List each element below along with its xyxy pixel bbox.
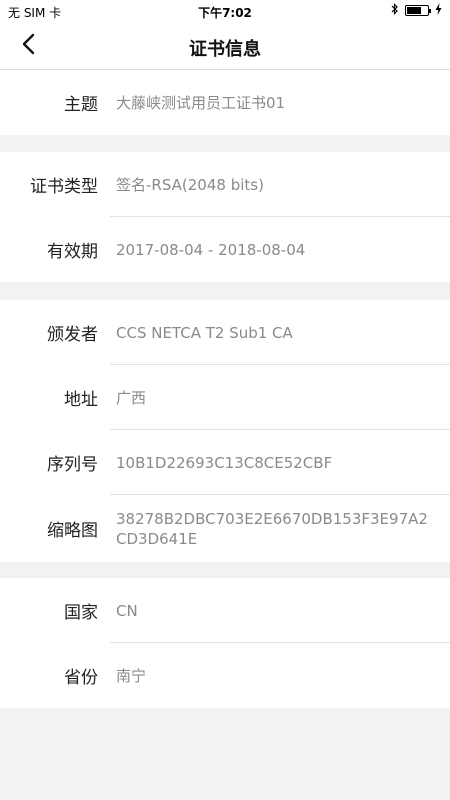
serial-row: 序列号 10B1D22693C13C8CE52CBF [0, 430, 450, 495]
thumbprint-value: 38278B2DBC703E2E6670DB153F3E97A2CD3D641E [116, 509, 428, 548]
country-value: CN [116, 601, 138, 620]
issuer-row: 颁发者 CCS NETCA T2 Sub1 CA [0, 300, 450, 365]
location-section: 国家 CN 省份 南宁 [0, 578, 450, 708]
topic-value: 大藤峡测试用员工证书01 [116, 93, 286, 112]
issuer-section: 颁发者 CCS NETCA T2 Sub1 CA 地址 广西 序列号 10B1D… [0, 300, 450, 562]
address-value: 广西 [116, 388, 147, 407]
country-label: 国家 [64, 603, 98, 623]
address-label: 地址 [64, 390, 98, 410]
validity-label: 有效期 [47, 242, 98, 262]
province-value: 南宁 [116, 666, 147, 685]
status-time: 下午7:02 [198, 6, 252, 20]
status-bar: 无 SIM 卡 下午7:02 [0, 0, 450, 22]
serial-label: 序列号 [47, 455, 98, 475]
bluetooth-icon [391, 3, 399, 18]
navigation-bar: 证书信息 [0, 22, 450, 70]
province-row: 省份 南宁 [0, 643, 450, 708]
certificate-section: 证书类型 签名-RSA(2048 bits) 有效期 2017-08-04 - … [0, 152, 450, 282]
validity-value: 2017-08-04 - 2018-08-04 [116, 240, 306, 259]
battery-level [407, 7, 421, 14]
cert-type-label: 证书类型 [30, 177, 98, 197]
country-row: 国家 CN [0, 578, 450, 643]
serial-value: 10B1D22693C13C8CE52CBF [116, 453, 333, 472]
cert-type-row: 证书类型 签名-RSA(2048 bits) [0, 152, 450, 217]
address-row: 地址 广西 [0, 365, 450, 430]
issuer-label: 颁发者 [47, 325, 98, 345]
status-icons [391, 3, 442, 18]
charging-icon [435, 3, 442, 18]
validity-row: 有效期 2017-08-04 - 2018-08-04 [0, 217, 450, 282]
thumbprint-row: 缩略图 38278B2DBC703E2E6670DB153F3E97A2CD3D… [0, 495, 450, 562]
topic-label: 主题 [64, 95, 98, 115]
issuer-value: CCS NETCA T2 Sub1 CA [116, 323, 293, 342]
province-label: 省份 [64, 668, 98, 688]
cert-type-value: 签名-RSA(2048 bits) [116, 175, 264, 194]
topic-row: 主题 大藤峡测试用员工证书01 [0, 70, 450, 135]
thumbprint-label: 缩略图 [47, 521, 98, 541]
page-title: 证书信息 [189, 39, 261, 60]
subject-section: 主题 大藤峡测试用员工证书01 [0, 70, 450, 135]
battery-icon [405, 5, 431, 16]
